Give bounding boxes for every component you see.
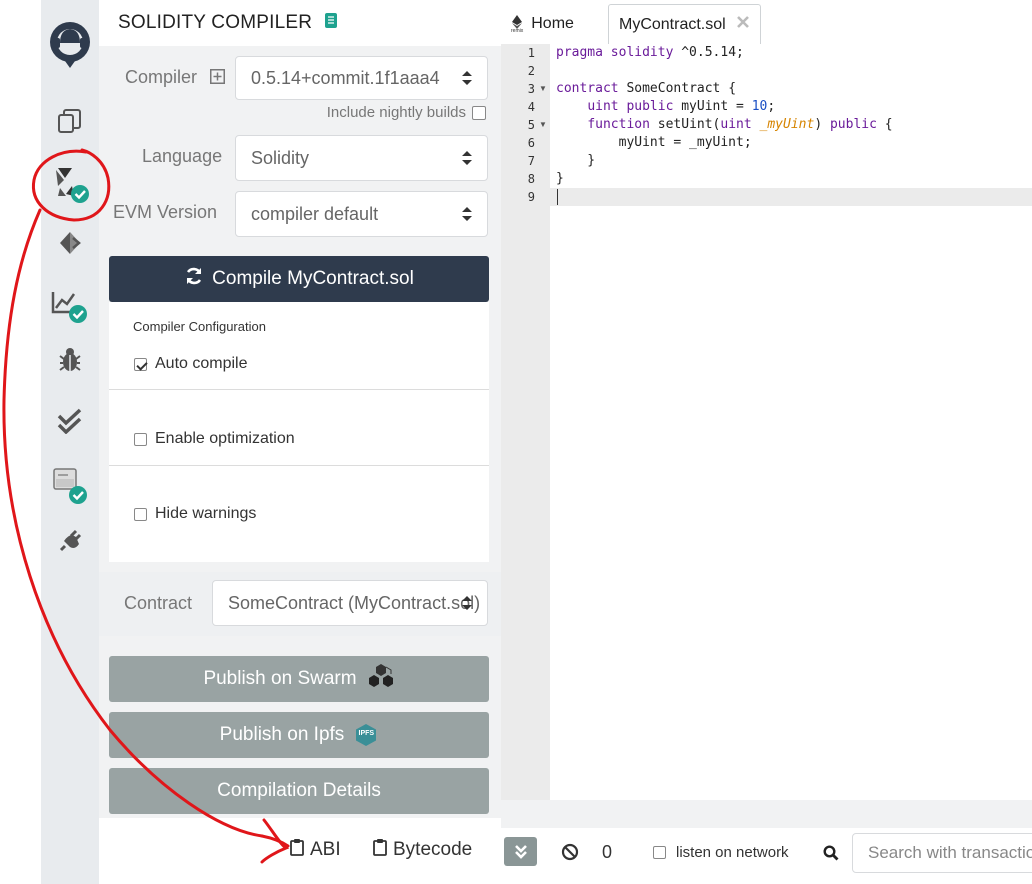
refresh-icon — [184, 266, 204, 292]
active-line-highlight — [550, 188, 1032, 206]
line-number: 8 — [527, 172, 535, 186]
line-number: 3 — [527, 82, 535, 96]
enable-optimization-option[interactable]: Enable optimization — [134, 430, 295, 448]
terminal-resize-handle[interactable] — [501, 800, 1032, 828]
toggle-terminal-button[interactable] — [504, 837, 537, 866]
panel-title: SOLIDITY COMPILER — [118, 12, 313, 33]
compiler-version-select[interactable]: 0.5.14+commit.1f1aaa4 — [235, 56, 488, 100]
double-chevron-down-icon — [514, 844, 527, 859]
select-arrow-icon — [462, 596, 472, 610]
divider — [109, 389, 489, 390]
copy-links: ABI Bytecode — [99, 818, 501, 884]
listen-checkbox[interactable] — [653, 846, 666, 859]
remix-home-icon: remix — [511, 14, 523, 34]
language-label: Language — [142, 146, 223, 166]
compiler-configuration: Compiler Configuration Auto compile Enab… — [109, 302, 489, 562]
add-compiler-icon[interactable] — [210, 69, 225, 89]
line-number: 2 — [527, 64, 535, 78]
pending-tx-count: 0 — [602, 842, 613, 862]
plugin-manager-icon[interactable] — [41, 528, 99, 554]
compiler-panel: SOLIDITY COMPILER Compiler 0.5.14+commit… — [99, 0, 501, 884]
fold-toggle-icon[interactable]: ▼ — [539, 84, 547, 93]
auto-compile-option[interactable]: Auto compile — [134, 355, 248, 373]
solidity-compiler-icon[interactable] — [41, 166, 99, 206]
contract-row: Contract SomeContract (MyContract.sol) — [99, 572, 501, 636]
nightly-checkbox[interactable] — [472, 105, 486, 120]
include-nightly-builds[interactable]: Include nightly builds — [327, 104, 486, 121]
text-cursor — [557, 189, 558, 205]
search-transactions-input[interactable]: Search with transactions — [852, 833, 1032, 873]
line-number: 4 — [527, 100, 535, 114]
deploy-run-icon[interactable] — [41, 230, 99, 256]
book-icon[interactable] — [324, 12, 338, 34]
select-arrow-icon — [462, 151, 472, 165]
code-line: } — [556, 153, 596, 168]
line-number: 7 — [527, 154, 535, 168]
compile-button[interactable]: Compile MyContract.sol — [109, 256, 489, 302]
code-line: } — [556, 171, 564, 186]
plugin-badge-icon[interactable] — [41, 466, 99, 506]
ipfs-icon: IPFS — [354, 723, 378, 747]
line-number: 5 — [527, 118, 535, 132]
code-line: contract SomeContract { — [556, 81, 737, 96]
close-tab-icon[interactable] — [736, 15, 750, 34]
swarm-icon — [367, 663, 395, 695]
icon-panel — [41, 0, 99, 884]
remix-logo-icon[interactable] — [41, 18, 99, 70]
tab-home[interactable]: remix Home — [509, 4, 599, 44]
code-editor[interactable]: 1 2 3 ▼ 4 5 ▼ 6 7 8 9 pragma solidity ^0… — [501, 44, 1032, 800]
code-line: function setUint(uint _myUint) public { — [587, 117, 893, 132]
code-line: pragma solidity ^0.5.14; — [556, 45, 744, 60]
search-icon — [823, 845, 839, 866]
line-gutter: 1 2 3 ▼ 4 5 ▼ 6 7 8 9 — [501, 44, 550, 800]
fold-toggle-icon[interactable]: ▼ — [539, 120, 547, 129]
auto-compile-checkbox[interactable] — [134, 357, 147, 371]
hide-warnings-checkbox[interactable] — [134, 507, 147, 521]
compilation-details-button[interactable]: Compilation Details — [109, 768, 489, 814]
contract-label: Contract — [124, 593, 193, 613]
file-explorer-icon[interactable] — [41, 108, 99, 134]
publish-ipfs-button[interactable]: Publish on Ipfs IPFS — [109, 712, 489, 758]
code-line: uint public myUint = 10; — [587, 99, 776, 114]
editor-tabs: remix Home MyContract.sol — [501, 0, 1032, 44]
select-arrow-icon — [462, 207, 472, 221]
select-arrow-icon — [462, 71, 472, 85]
contract-select[interactable]: SomeContract (MyContract.sol) — [212, 580, 488, 626]
panel-header: SOLIDITY COMPILER — [99, 0, 501, 46]
code-line: myUint = _myUint; — [556, 135, 752, 150]
line-number: 6 — [527, 136, 535, 150]
tab-mycontract[interactable]: MyContract.sol — [608, 4, 761, 44]
listen-on-network[interactable]: listen on network — [653, 844, 789, 861]
optimization-checkbox[interactable] — [134, 432, 147, 446]
line-number: 1 — [527, 46, 535, 60]
evm-version-label: EVM Version — [113, 202, 218, 222]
clear-console-icon[interactable] — [561, 843, 579, 866]
unit-testing-icon[interactable] — [41, 408, 99, 434]
terminal-bar: 0 listen on network Search with transact… — [501, 828, 1032, 884]
hide-warnings-option[interactable]: Hide warnings — [134, 505, 256, 523]
copy-bytecode-button[interactable]: Bytecode — [373, 838, 472, 862]
evm-version-select[interactable]: compiler default — [235, 191, 488, 237]
config-label: Compiler Configuration — [133, 319, 266, 334]
compiler-label: Compiler — [125, 67, 198, 87]
copy-abi-button[interactable]: ABI — [290, 838, 341, 862]
analysis-icon[interactable] — [41, 288, 99, 326]
line-number: 9 — [527, 190, 535, 204]
clipboard-icon — [290, 838, 304, 862]
divider — [109, 465, 489, 466]
debugger-bug-icon[interactable] — [41, 346, 99, 374]
clipboard-icon — [373, 838, 387, 862]
language-select[interactable]: Solidity — [235, 135, 488, 181]
publish-swarm-button[interactable]: Publish on Swarm — [109, 656, 489, 702]
